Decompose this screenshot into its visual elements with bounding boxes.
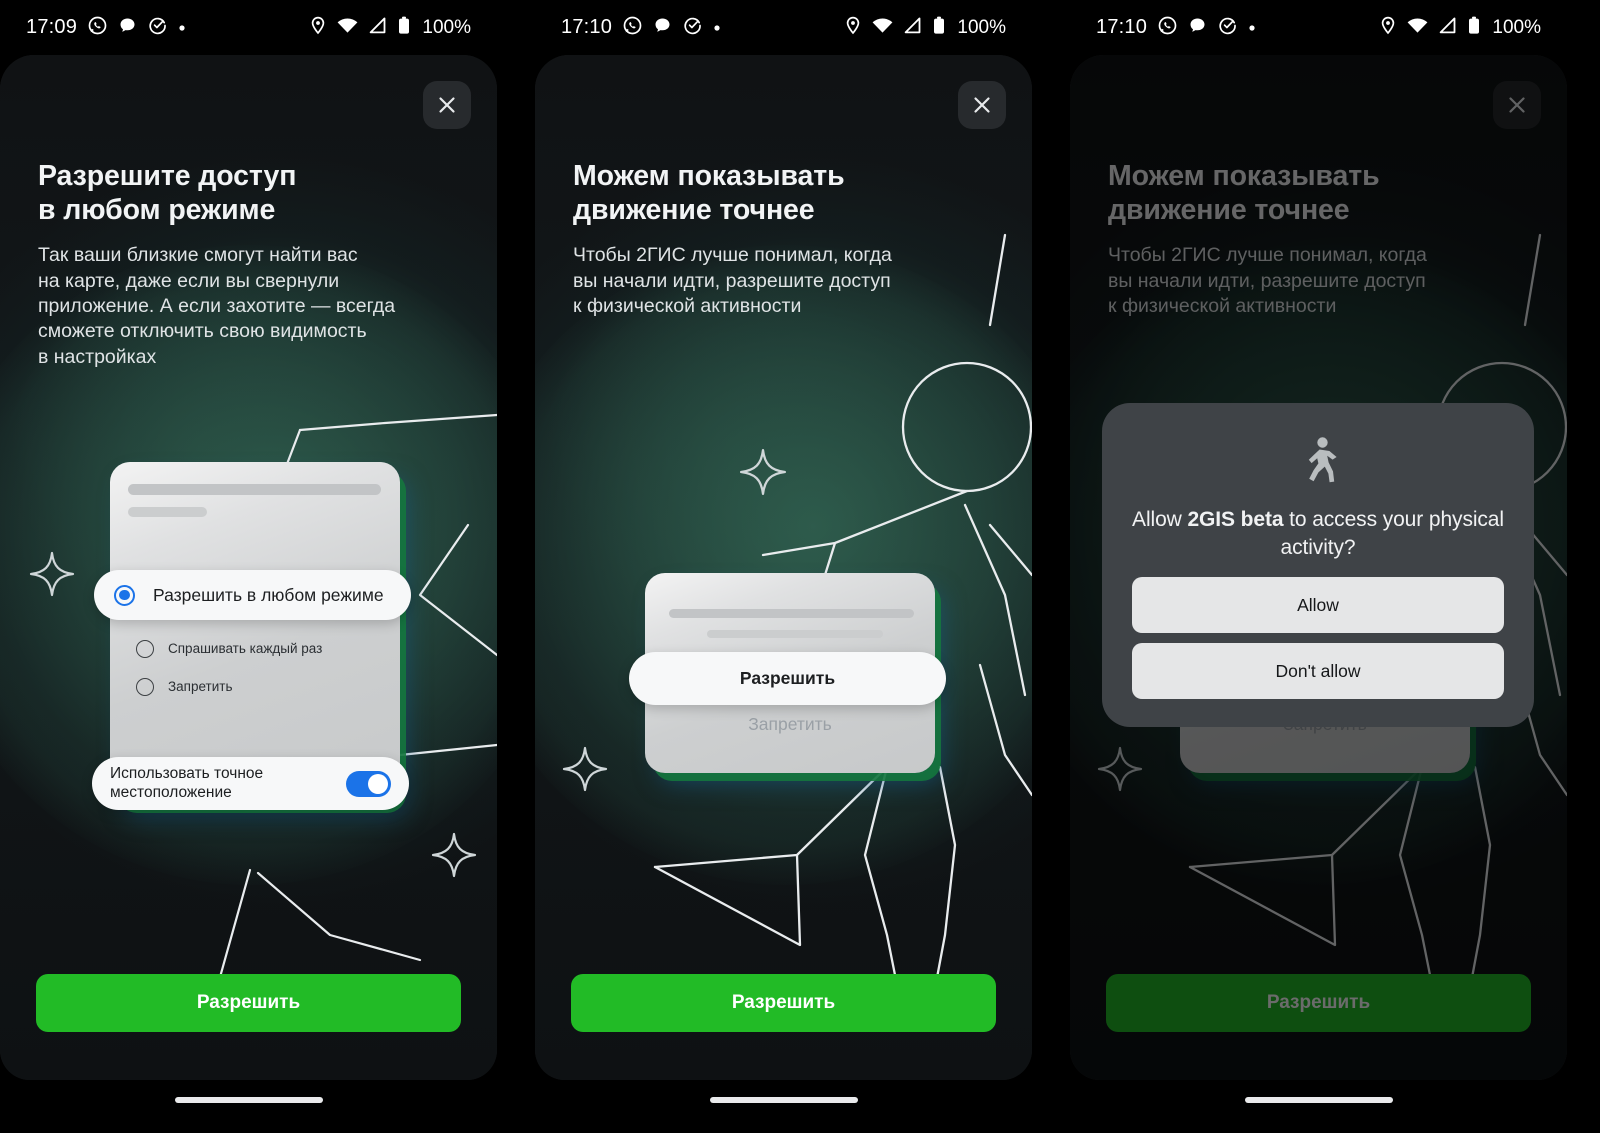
precise-location-toggle[interactable] <box>346 770 391 797</box>
skeleton-line <box>128 507 207 517</box>
status-time: 17:10 <box>1096 16 1148 38</box>
mock-option-label: Запретить <box>168 678 233 694</box>
cellular-signal-icon <box>1439 17 1457 39</box>
location-pin-icon <box>310 16 326 40</box>
allow-button[interactable]: Разрешить <box>571 974 996 1032</box>
battery-icon <box>1468 16 1480 40</box>
highlight-row-allow[interactable]: Разрешить <box>629 652 946 705</box>
system-permission-dialog: Allow 2GIS beta to access your physical … <box>1102 403 1534 728</box>
status-bar-2: 17:10 100% <box>535 0 1032 55</box>
status-right-group: 100% <box>310 16 471 40</box>
phone-panel-1: 17:09 100% Разрешите доступ в любом режи… <box>0 0 497 1133</box>
wifi-icon <box>337 17 358 39</box>
mock-option-label: Спрашивать каждый раз <box>168 640 323 656</box>
page-subtitle: Так ваши близкие смогут найти вас на кар… <box>38 244 396 368</box>
status-right-group: 100% <box>845 16 1006 40</box>
whatsapp-icon <box>88 16 107 40</box>
skeleton-line <box>128 484 381 495</box>
mock-option-row[interactable]: Запретить <box>136 678 381 696</box>
chat-bubble-icon <box>118 16 137 40</box>
status-right-group: 100% <box>1380 16 1541 40</box>
dialog-question: Allow 2GIS beta to access your physical … <box>1132 506 1504 561</box>
clock-check-icon <box>148 16 167 40</box>
clock-check-icon <box>1218 16 1237 40</box>
headings-block-1: Разрешите доступ в любом режиме Так ваши… <box>38 159 465 370</box>
close-button[interactable] <box>958 81 1006 129</box>
phone-panel-2: 17:10 100% Можем показывать движение точ… <box>535 0 1032 1133</box>
cellular-signal-icon <box>904 17 922 39</box>
app-screen-3: Можем показывать движение точнее Чтобы 2… <box>1070 55 1567 1080</box>
dialog-question-suffix: to access your physical activity? <box>1280 508 1505 559</box>
status-time: 17:09 <box>26 16 78 38</box>
highlight-row-precise-location[interactable]: Использовать точное местоположение <box>92 757 409 810</box>
location-pin-icon <box>845 16 861 40</box>
battery-icon <box>933 16 945 40</box>
status-bar-1: 17:09 100% <box>0 0 497 55</box>
dialog-allow-button[interactable]: Allow <box>1132 577 1504 634</box>
wifi-icon <box>1407 17 1428 39</box>
radio-unselected-icon <box>136 640 154 658</box>
home-indicator <box>1244 1097 1393 1103</box>
app-screen-2: Можем показывать движение точнее Чтобы 2… <box>535 55 1032 1080</box>
dialog-question-prefix: Allow <box>1132 508 1188 531</box>
status-bar-3: 17:10 100% <box>1070 0 1567 55</box>
whatsapp-icon <box>623 16 642 40</box>
chat-bubble-icon <box>1188 16 1207 40</box>
skeleton-line <box>707 630 883 638</box>
dot-icon <box>178 19 186 37</box>
highlight-row-label: Разрешить в любом режиме <box>153 584 384 605</box>
page-title: Можем показывать движение точнее <box>573 160 845 227</box>
battery-percent: 100% <box>1492 16 1541 38</box>
chat-bubble-icon <box>653 16 672 40</box>
battery-percent: 100% <box>957 16 1006 38</box>
close-icon <box>437 95 457 115</box>
running-person-icon <box>1298 437 1338 488</box>
status-left-group: 17:10 <box>1096 16 1256 40</box>
dialog-dont-allow-button[interactable]: Don't allow <box>1132 643 1504 700</box>
wifi-icon <box>872 17 893 39</box>
status-time: 17:10 <box>561 16 613 38</box>
app-screen-1: Разрешите доступ в любом режиме Так ваши… <box>0 55 497 1080</box>
sparkle-decoration <box>28 550 76 598</box>
page-subtitle: Чтобы 2ГИС лучше понимал, когда вы начал… <box>573 244 892 318</box>
headings-block-2: Можем показывать движение точнее Чтобы 2… <box>573 159 1000 319</box>
status-left-group: 17:10 <box>561 16 721 40</box>
mock-option-row[interactable]: Спрашивать каждый раз <box>136 640 381 658</box>
home-indicator <box>709 1097 858 1103</box>
home-indicator <box>174 1097 323 1103</box>
mock-deny-label: Запретить <box>748 714 832 734</box>
dot-icon <box>1248 19 1256 37</box>
screenshot-stage: 17:09 100% Разрешите доступ в любом режи… <box>0 0 1600 1133</box>
sparkle-decoration <box>561 745 609 793</box>
cellular-signal-icon <box>369 17 387 39</box>
page-title: Разрешите доступ в любом режиме <box>38 160 297 227</box>
precise-location-label: Использовать точное местоположение <box>110 764 264 801</box>
battery-icon <box>398 16 410 40</box>
status-left-group: 17:09 <box>26 16 186 40</box>
skeleton-line <box>669 609 914 618</box>
allow-button[interactable]: Разрешить <box>36 974 461 1032</box>
radio-unselected-icon <box>136 678 154 696</box>
close-icon <box>972 95 992 115</box>
location-pin-icon <box>1380 16 1396 40</box>
mock-allow-label: Разрешить <box>739 668 836 688</box>
mock-permission-card-1: Разрешить только во время использования … <box>110 462 400 805</box>
sparkle-decoration <box>430 831 478 879</box>
dot-icon <box>713 19 721 37</box>
phone-panel-3: 17:10 100% Allow 2GIS beta to access you… <box>1070 0 1567 1133</box>
radio-selected-icon <box>114 584 135 606</box>
highlight-row-allow-always[interactable]: Разрешить в любом режиме <box>94 570 411 620</box>
clock-check-icon <box>683 16 702 40</box>
close-button[interactable] <box>423 81 471 129</box>
dialog-app-name: 2GIS beta <box>1187 508 1284 531</box>
sparkle-decoration <box>738 447 788 497</box>
battery-percent: 100% <box>422 16 471 38</box>
whatsapp-icon <box>1158 16 1177 40</box>
